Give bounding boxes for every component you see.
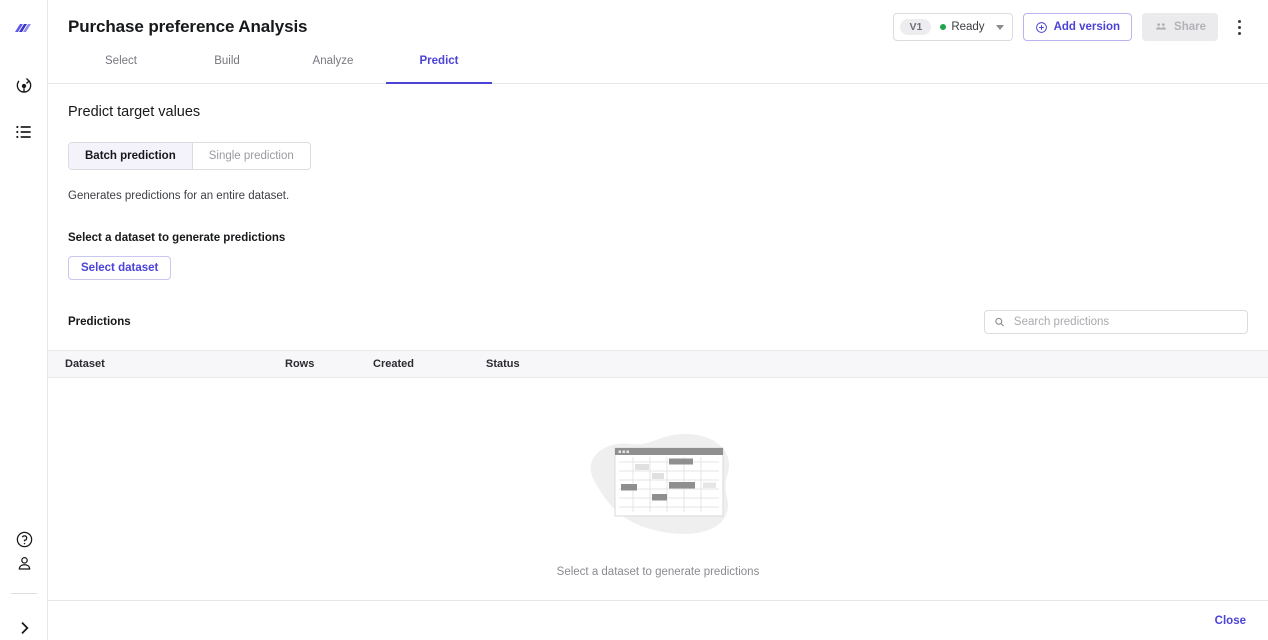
tab-predict[interactable]: Predict: [386, 54, 492, 84]
tab-build[interactable]: Build: [174, 54, 280, 83]
chevron-down-icon[interactable]: [995, 24, 1004, 30]
table-header-row: Dataset Rows Created Status: [48, 350, 1268, 378]
status-badge: Ready: [940, 21, 985, 33]
share-button[interactable]: Share: [1142, 13, 1218, 41]
workflow-tabs: Select Build Analyze Predict: [48, 54, 1268, 84]
tab-analyze[interactable]: Analyze: [280, 54, 386, 83]
predict-content: Predict target values Batch prediction S…: [48, 84, 1268, 640]
status-dot-icon: [940, 24, 947, 30]
empty-state-caption: Select a dataset to generate predictions: [556, 566, 760, 578]
footer-bar: Close: [48, 600, 1268, 640]
plus-circle-icon: [1035, 21, 1047, 33]
user-icon[interactable]: [12, 551, 36, 575]
predictions-title: Predictions: [68, 316, 131, 328]
predictions-header-row: Predictions: [68, 310, 1248, 334]
single-prediction-option[interactable]: Single prediction: [192, 143, 310, 169]
share-users-icon: [1156, 23, 1166, 30]
search-icon: [995, 317, 1004, 327]
section-title: Predict target values: [68, 104, 201, 120]
version-badge: V1: [900, 18, 932, 36]
column-header-rows: Rows: [285, 358, 315, 370]
app-logo-icon[interactable]: [11, 18, 37, 44]
help-circle-icon[interactable]: [12, 527, 36, 551]
sidebar-divider: [11, 593, 37, 594]
more-options-icon[interactable]: [1228, 14, 1250, 40]
sidebar-bottom-group: [0, 527, 48, 640]
prediction-mode-toggle: Batch prediction Single prediction: [68, 142, 311, 170]
predict-inner: Predict target values Batch prediction S…: [48, 84, 1268, 334]
version-selector[interactable]: V1 Ready: [893, 13, 1013, 41]
select-dataset-button[interactable]: Select dataset: [68, 256, 172, 280]
page-header: Purchase preference Analysis V1 Ready Ad…: [48, 0, 1268, 54]
close-button[interactable]: Close: [1215, 615, 1246, 627]
search-input[interactable]: [1011, 315, 1238, 329]
left-sidebar: [0, 0, 48, 640]
sidebar-item-models[interactable]: [12, 74, 36, 98]
batch-prediction-option[interactable]: Batch prediction: [69, 143, 193, 169]
tab-select[interactable]: Select: [68, 54, 174, 83]
empty-state-illustration: [563, 424, 753, 542]
chevron-right-icon[interactable]: [12, 616, 36, 640]
share-label: Share: [1174, 21, 1206, 33]
add-version-label: Add version: [1053, 21, 1121, 33]
add-version-button[interactable]: Add version: [1022, 13, 1133, 41]
column-header-status: Status: [486, 358, 520, 370]
search-predictions-box[interactable]: [984, 310, 1248, 334]
empty-state: Select a dataset to generate predictions: [48, 378, 1268, 625]
page-title: Purchase preference Analysis: [68, 17, 308, 36]
column-header-dataset: Dataset: [65, 358, 105, 370]
helper-text: Generates predictions for an entire data…: [68, 190, 290, 202]
main-panel: Purchase preference Analysis V1 Ready Ad…: [48, 0, 1268, 640]
dataset-section-label: Select a dataset to generate predictions: [68, 232, 286, 244]
status-label: Ready: [951, 21, 985, 33]
predictions-table: Dataset Rows Created Status Select a dat…: [48, 350, 1268, 625]
app-root: Purchase preference Analysis V1 Ready Ad…: [0, 0, 1268, 640]
header-actions: V1 Ready Add version Share: [893, 13, 1250, 41]
column-header-created: Created: [373, 358, 414, 370]
sidebar-item-datasets[interactable]: [12, 120, 36, 144]
